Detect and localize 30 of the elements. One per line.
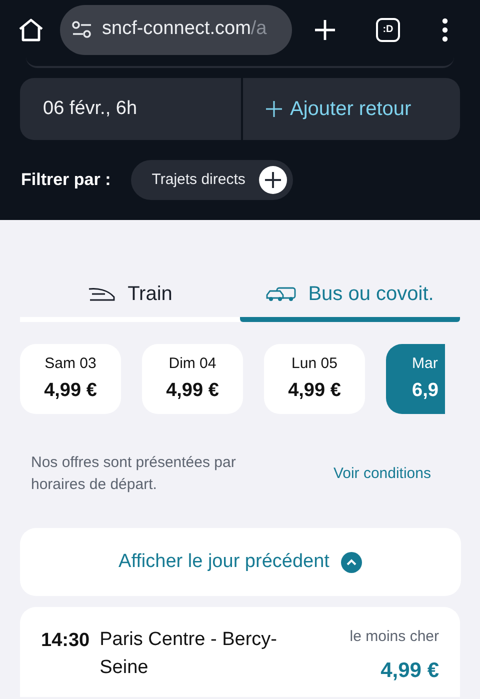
departure-time: 14:30 [41, 629, 90, 653]
filter-chip[interactable]: Trajets directs [130, 160, 294, 200]
plus-icon [259, 166, 288, 194]
url-text: sncf-connect.com/a [102, 17, 267, 42]
price-label: le moins cher [350, 627, 439, 647]
previous-day-button[interactable]: Afficher le jour précédent [20, 528, 461, 596]
day-card[interactable]: Dim 04 4,99 € [142, 344, 243, 414]
plus-icon [265, 100, 283, 118]
add-return-button[interactable]: Ajouter retour [243, 78, 460, 140]
train-icon [88, 286, 116, 302]
more-options-icon[interactable] [442, 18, 448, 42]
day-card[interactable]: Mar 6,9 [386, 344, 445, 414]
url-bar[interactable]: sncf-connect.com/a [60, 4, 292, 54]
filter-label: Filtrer par : [21, 169, 111, 192]
date-field[interactable]: 06 févr., 6h [20, 78, 241, 140]
station-name: Paris Centre - Bercy-Seine [100, 628, 278, 680]
info-text: Nos offres sont présentées par horaires de départ. [31, 453, 237, 495]
result-card[interactable]: 14:30 Paris Centre - Bercy-Seine le moins cher 4,99 € [20, 607, 460, 697]
price: 4,99 € [380, 658, 439, 684]
mode-tab[interactable]: Train [20, 270, 240, 322]
bus-and-car-icon [266, 286, 296, 302]
site-settings-icon [72, 20, 92, 38]
day-card[interactable]: Sam 03 4,99 € [20, 344, 121, 414]
home-icon[interactable] [18, 18, 44, 42]
chevron-up-icon [341, 552, 362, 572]
new-tab-icon[interactable] [314, 18, 336, 40]
day-card[interactable]: Lun 05 4,99 € [264, 344, 365, 414]
conditions-link[interactable]: Voir conditions [333, 462, 431, 486]
tab-switcher-button[interactable]: :D [376, 18, 400, 42]
mode-tab[interactable]: Bus ou covoit. [240, 270, 460, 322]
